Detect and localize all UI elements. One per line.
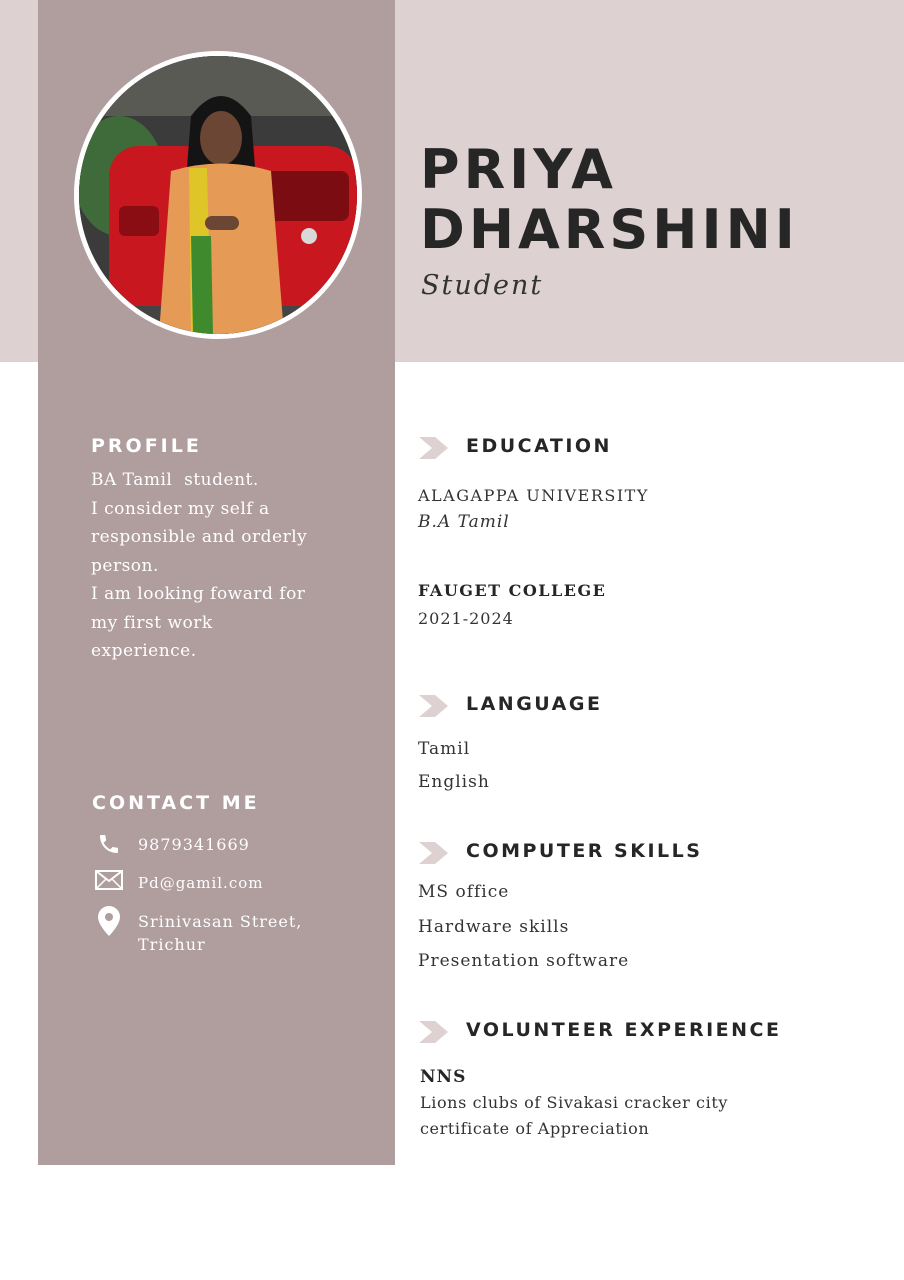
profile-line: person.: [91, 555, 159, 576]
education-university: ALAGAPPA UNIVERSITY: [418, 486, 649, 505]
education-degree: B.A Tamil: [418, 512, 510, 532]
profile-line: I consider my self a: [91, 498, 270, 519]
skill-item: Hardware skills: [418, 917, 570, 937]
address-line: Trichur: [138, 935, 206, 954]
contact-email[interactable]: Pd@gamil.com: [138, 872, 263, 895]
education-college: FAUGET COLLEGE: [418, 581, 607, 600]
chevron-right-icon: [419, 1021, 448, 1043]
volunteer-line: certificate of Appreciation: [420, 1119, 650, 1138]
profile-line: my first work: [91, 612, 213, 633]
contact-heading: CONTACT ME: [92, 792, 260, 814]
skill-item: Presentation software: [418, 951, 630, 971]
language-item: Tamil: [418, 739, 471, 759]
computer-skills-heading: COMPUTER SKILLS: [466, 840, 703, 862]
education-years: 2021-2024: [418, 609, 514, 628]
profile-line: experience.: [91, 641, 197, 661]
location-pin-icon: [98, 906, 120, 936]
contact-address: Srinivasan Street, Trichur: [138, 910, 302, 956]
person-name: PRIYA DHARSHINI: [420, 140, 799, 260]
volunteer-org: NNS: [420, 1067, 467, 1087]
language-heading: LANGUAGE: [466, 693, 603, 715]
name-first: PRIYA: [420, 138, 617, 201]
chevron-right-icon: [419, 695, 448, 717]
volunteer-line: Lions clubs of Sivakasi cracker city: [420, 1093, 728, 1112]
profile-photo: [74, 51, 362, 339]
language-item: English: [418, 772, 490, 792]
chevron-right-icon: [419, 437, 448, 459]
job-title: Student: [421, 270, 544, 301]
mail-icon: [95, 870, 123, 890]
profile-line: BA Tamil student.: [91, 470, 259, 490]
address-line: Srinivasan Street,: [138, 912, 303, 931]
profile-line: responsible and orderly: [91, 527, 308, 547]
profile-heading: PROFILE: [91, 435, 202, 457]
volunteer-heading: VOLUNTEER EXPERIENCE: [466, 1019, 782, 1041]
contact-phone[interactable]: 9879341669: [138, 833, 250, 856]
education-heading: EDUCATION: [466, 435, 612, 457]
chevron-right-icon: [419, 842, 448, 864]
phone-icon: [100, 835, 118, 853]
skill-item: MS office: [418, 882, 510, 902]
profile-line: I am looking foward for: [91, 584, 306, 604]
profile-summary: BA Tamil student. I consider my self a r…: [91, 466, 341, 666]
name-last: DHARSHINI: [420, 198, 799, 261]
